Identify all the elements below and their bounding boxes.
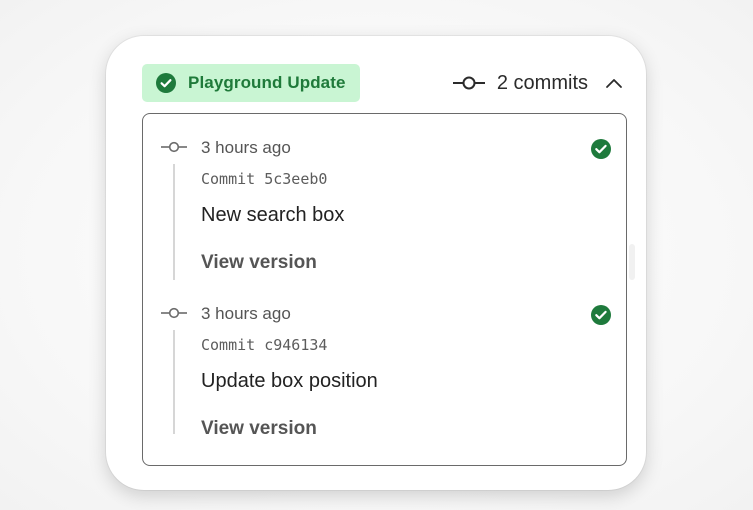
stage: Playground Update 2 commits 3 hours ago …	[0, 0, 753, 510]
commit-hash: Commit 5c3eeb0	[201, 170, 328, 188]
commit-time: 3 hours ago	[201, 304, 291, 323]
commit-time: 3 hours ago	[201, 138, 291, 157]
commit-node-icon	[161, 140, 187, 153]
commit-item: 3 hours ago Commit 5c3eeb0 New search bo…	[143, 114, 626, 280]
view-version-link[interactable]: View version	[201, 252, 317, 274]
status-badge: Playground Update	[142, 64, 360, 102]
commits-card: Playground Update 2 commits 3 hours ago …	[106, 36, 646, 490]
check-circle-icon	[156, 73, 176, 93]
commit-item: 3 hours ago Commit c946134 Update box po…	[143, 280, 626, 446]
git-commit-icon	[452, 75, 485, 91]
commit-hash: Commit c946134	[201, 336, 328, 354]
chevron-up-icon[interactable]	[604, 76, 624, 90]
commit-node-icon	[161, 306, 187, 319]
commits-toggle-button[interactable]: 2 commits	[452, 71, 624, 95]
commit-message: Update box position	[201, 370, 378, 392]
commit-list: 3 hours ago Commit 5c3eeb0 New search bo…	[142, 113, 627, 466]
timeline-rail	[173, 164, 175, 280]
card-header: Playground Update 2 commits	[142, 64, 624, 102]
scrollbar-thumb[interactable]	[629, 244, 635, 280]
check-circle-icon	[590, 304, 612, 326]
commit-message: New search box	[201, 204, 345, 226]
commits-count-label: 2 commits	[496, 71, 588, 94]
timeline-rail	[173, 330, 175, 434]
status-label: Playground Update	[188, 73, 346, 92]
view-version-link[interactable]: View version	[201, 418, 317, 440]
check-circle-icon	[590, 138, 612, 160]
